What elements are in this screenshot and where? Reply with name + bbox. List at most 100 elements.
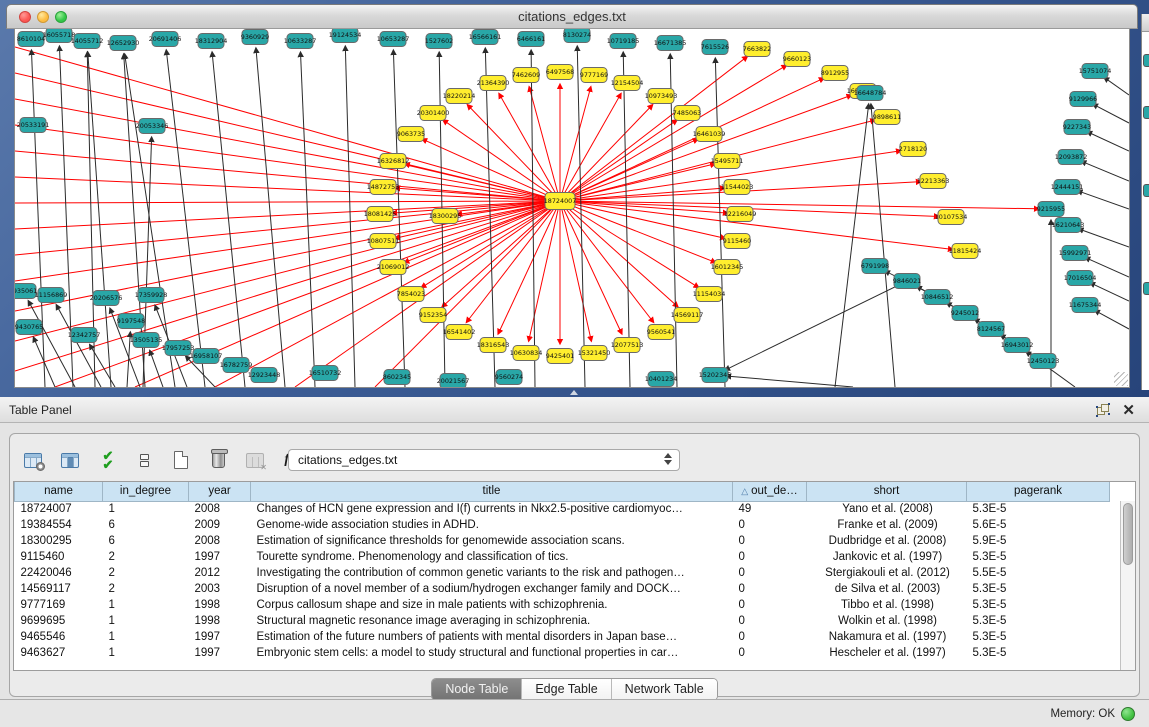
table-cell[interactable]: 9463627 xyxy=(15,645,103,661)
table-cell[interactable]: Wolkin et al. (1998) xyxy=(807,613,967,629)
table-cell[interactable]: 1 xyxy=(103,645,189,661)
table-cell[interactable]: 6 xyxy=(103,517,189,533)
table-cell[interactable]: 2 xyxy=(103,581,189,597)
table-cell[interactable]: Investigating the contribution of common… xyxy=(251,565,733,581)
table-cell[interactable]: 22420046 xyxy=(15,565,103,581)
table-cell[interactable]: 2012 xyxy=(189,565,251,581)
table-cell[interactable]: Estimation of significance thresholds fo… xyxy=(251,533,733,549)
table-cell[interactable]: Embryonic stem cells: a model to study s… xyxy=(251,645,733,661)
table-cell[interactable]: 1997 xyxy=(189,645,251,661)
table-cell[interactable]: 5.9E-5 xyxy=(967,533,1110,549)
memory-ok-indicator-icon[interactable] xyxy=(1121,707,1135,721)
table-cell[interactable]: 18724007 xyxy=(15,501,103,517)
table-row[interactable]: 2242004622012Investigating the contribut… xyxy=(15,565,1110,581)
table-cell[interactable]: Jankovic et al. (1997) xyxy=(807,549,967,565)
table-row[interactable]: 1830029562008Estimation of significance … xyxy=(15,533,1110,549)
table-cell[interactable]: 18300295 xyxy=(15,533,103,549)
table-cell[interactable]: 2 xyxy=(103,565,189,581)
table-cell[interactable]: Corpus callosum shape and size in male p… xyxy=(251,597,733,613)
table-cell[interactable]: 0 xyxy=(733,613,807,629)
table-cell[interactable]: Disruption of a novel member of a sodium… xyxy=(251,581,733,597)
tab-node-table[interactable]: Node Table xyxy=(432,679,522,700)
table-cell[interactable]: 2008 xyxy=(189,501,251,517)
table-cell[interactable]: Genome-wide association studies in ADHD. xyxy=(251,517,733,533)
table-cell[interactable]: 1997 xyxy=(189,629,251,645)
table-cell[interactable]: 1 xyxy=(103,501,189,517)
table-cell[interactable]: Dudbridge et al. (2008) xyxy=(807,533,967,549)
table-cell[interactable]: 0 xyxy=(733,517,807,533)
table-vertical-scrollbar[interactable] xyxy=(1120,501,1135,670)
table-cell[interactable]: 2008 xyxy=(189,533,251,549)
window-minimize-button[interactable] xyxy=(37,11,49,23)
column-header-out_de[interactable]: △out_de… xyxy=(733,482,807,501)
table-cell[interactable]: 5.3E-5 xyxy=(967,581,1110,597)
table-cell[interactable]: Tourette syndrome. Phenomenology and cla… xyxy=(251,549,733,565)
table-cell[interactable]: 6 xyxy=(103,533,189,549)
table-cell[interactable]: 0 xyxy=(733,597,807,613)
table-settings-button[interactable] xyxy=(20,447,46,473)
table-cell[interactable]: Hescheler et al. (1997) xyxy=(807,645,967,661)
table-cell[interactable]: 5.3E-5 xyxy=(967,645,1110,661)
table-cell[interactable]: 0 xyxy=(733,645,807,661)
close-panel-icon[interactable]: ✕ xyxy=(1122,404,1135,417)
table-cell[interactable]: 5.3E-5 xyxy=(967,629,1110,645)
column-header-in_degree[interactable]: in_degree xyxy=(103,482,189,501)
panel-splitter[interactable] xyxy=(0,389,1149,397)
table-header-row[interactable]: namein_degreeyeartitle△out_de…shortpager… xyxy=(15,482,1110,501)
table-selector-combobox[interactable]: citations_edges.txt xyxy=(288,449,680,471)
table-cell[interactable]: 5.3E-5 xyxy=(967,549,1110,565)
table-row[interactable]: 946362711997Embryonic stem cells: a mode… xyxy=(15,645,1110,661)
table-cell[interactable]: 0 xyxy=(733,629,807,645)
table-row[interactable]: 1456911722003Disruption of a novel membe… xyxy=(15,581,1110,597)
table-cell[interactable]: 9115460 xyxy=(15,549,103,565)
table-cell[interactable]: 9699695 xyxy=(15,613,103,629)
table-cell[interactable]: 1997 xyxy=(189,549,251,565)
table-cell[interactable]: Changes of HCN gene expression and I(f) … xyxy=(251,501,733,517)
select-all-columns-button[interactable]: ✔✔ xyxy=(94,447,120,473)
table-cell[interactable]: de Silva et al. (2003) xyxy=(807,581,967,597)
table-cell[interactable]: Yano et al. (2008) xyxy=(807,501,967,517)
network-view-window[interactable]: citations_edges.txt 12216049115440231549… xyxy=(6,4,1138,393)
table-row[interactable]: 911546021997Tourette syndrome. Phenomeno… xyxy=(15,549,1110,565)
table-cell[interactable]: 9465546 xyxy=(15,629,103,645)
table-cell[interactable]: 1 xyxy=(103,613,189,629)
column-header-name[interactable]: name xyxy=(15,482,103,501)
table-row[interactable]: 1872400712008Changes of HCN gene express… xyxy=(15,501,1110,517)
table-row[interactable]: 969969511998Structural magnetic resonanc… xyxy=(15,613,1110,629)
show-rows-button[interactable] xyxy=(131,447,157,473)
table-cell[interactable]: 0 xyxy=(733,533,807,549)
table-cell[interactable]: 0 xyxy=(733,581,807,597)
table-cell[interactable]: 5.3E-5 xyxy=(967,501,1110,517)
table-cell[interactable]: 5.3E-5 xyxy=(967,613,1110,629)
show-columns-button[interactable] xyxy=(57,447,83,473)
table-cell[interactable]: 1 xyxy=(103,597,189,613)
table-cell[interactable]: 19384554 xyxy=(15,517,103,533)
scrollbar-thumb[interactable] xyxy=(1123,503,1133,565)
table-row[interactable]: 977716911998Corpus callosum shape and si… xyxy=(15,597,1110,613)
table-cell[interactable]: Structural magnetic resonance image aver… xyxy=(251,613,733,629)
table-row[interactable]: 946554611997Estimation of the future num… xyxy=(15,629,1110,645)
table-cell[interactable]: 5.5E-5 xyxy=(967,565,1110,581)
window-close-button[interactable] xyxy=(19,11,31,23)
table-cell[interactable]: 1 xyxy=(103,629,189,645)
table-cell[interactable]: 1998 xyxy=(189,613,251,629)
column-header-year[interactable]: year xyxy=(189,482,251,501)
table-cell[interactable]: 9777169 xyxy=(15,597,103,613)
network-graph-svg[interactable]: 1221604911544023154957111646103974850631… xyxy=(15,29,1130,387)
table-cell[interactable]: 5.6E-5 xyxy=(967,517,1110,533)
splitter-handle-icon[interactable] xyxy=(570,390,578,395)
window-zoom-button[interactable] xyxy=(55,11,67,23)
network-window-titlebar[interactable]: citations_edges.txt xyxy=(6,4,1138,29)
tab-network-table[interactable]: Network Table xyxy=(612,679,717,700)
new-table-button[interactable] xyxy=(168,447,194,473)
import-table-button[interactable] xyxy=(242,447,268,473)
column-header-pagerank[interactable]: pagerank xyxy=(967,482,1110,501)
table-cell[interactable]: 5.3E-5 xyxy=(967,597,1110,613)
table-cell[interactable]: 1998 xyxy=(189,597,251,613)
table-row[interactable]: 1938455462009Genome-wide association stu… xyxy=(15,517,1110,533)
canvas-resize-grip[interactable] xyxy=(1114,372,1128,386)
delete-table-button[interactable] xyxy=(205,447,231,473)
table-cell[interactable]: Estimation of the future numbers of pati… xyxy=(251,629,733,645)
table-cell[interactable]: 2009 xyxy=(189,517,251,533)
background-window-sliver[interactable] xyxy=(1141,14,1149,390)
